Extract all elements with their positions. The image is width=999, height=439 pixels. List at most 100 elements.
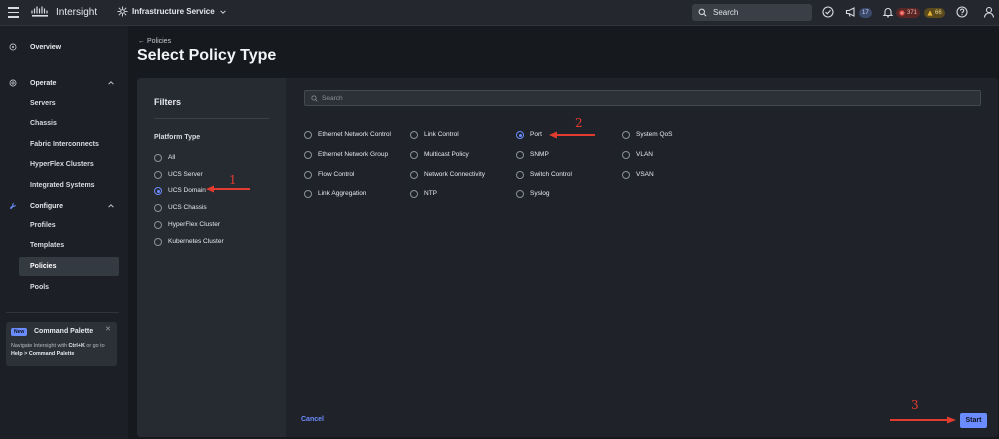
critical-icon: [899, 10, 905, 16]
command-palette-title: Command Palette: [34, 328, 94, 335]
radio-network-connectivity[interactable]: [410, 171, 418, 179]
radio-system-qos[interactable]: [622, 131, 630, 139]
radio-snmp[interactable]: [516, 151, 524, 159]
filters-pane: Filters Platform Type All UCS Server UCS…: [137, 78, 286, 437]
bell-icon[interactable]: [882, 6, 894, 18]
annotation-arrow-icon: [890, 416, 956, 424]
radio-ntp[interactable]: [410, 190, 418, 198]
breadcrumb[interactable]: ← Policies: [138, 38, 171, 45]
radio-hyperflex-cluster[interactable]: [154, 221, 162, 229]
cisco-logo-icon: [31, 6, 48, 17]
chevron-down-icon: [219, 9, 226, 14]
overview-icon: [9, 43, 17, 51]
radio-flow-control[interactable]: [304, 171, 312, 179]
radio-switch-control[interactable]: [516, 171, 524, 179]
radio-link-aggregation[interactable]: [304, 190, 312, 198]
policy-label: System QoS: [636, 131, 673, 138]
annotation-arrow-icon: [549, 131, 595, 139]
warning-icon: [927, 10, 933, 16]
nav-overview[interactable]: Overview: [30, 44, 61, 51]
service-label: Infrastructure Service: [132, 7, 215, 16]
radio-ethernet-network-control[interactable]: [304, 131, 312, 139]
nav-policies[interactable]: Policies: [30, 263, 56, 270]
radio-ucs-domain[interactable]: [154, 187, 162, 195]
top-bar: Intersight Infrastructure Service Search…: [0, 0, 999, 26]
close-icon[interactable]: ✕: [105, 325, 111, 333]
nav-chassis[interactable]: Chassis: [30, 120, 57, 127]
sidebar: Overview Operate Servers Chassis Fabric …: [0, 26, 128, 439]
nav-pools[interactable]: Pools: [30, 284, 49, 291]
start-button[interactable]: Start: [960, 413, 987, 428]
menu-icon[interactable]: [8, 7, 19, 18]
policy-label: Multicast Policy: [424, 151, 469, 158]
policy-label: Flow Control: [318, 171, 355, 178]
policy-label: Syslog: [530, 190, 550, 197]
sidebar-divider: [6, 312, 119, 313]
policy-search-input[interactable]: Search: [304, 90, 981, 106]
radio-ucs-server[interactable]: [154, 171, 162, 179]
new-badge: New: [11, 328, 28, 336]
radio-kubernetes-cluster[interactable]: [154, 238, 162, 246]
radio-label-ucs-domain: UCS Domain: [168, 187, 206, 194]
service-selector[interactable]: Infrastructure Service: [117, 6, 227, 17]
chevron-up-icon[interactable]: [107, 202, 115, 210]
policy-label: Switch Control: [530, 171, 572, 178]
policy-label: Network Connectivity: [424, 171, 486, 178]
nav-operate[interactable]: Operate: [30, 80, 56, 87]
wrench-icon: [9, 202, 17, 210]
warning-alarms-badge[interactable]: 66: [924, 8, 945, 18]
policy-label: Ethernet Network Control: [318, 131, 391, 138]
nav-integrated-systems[interactable]: Integrated Systems: [30, 182, 95, 189]
policy-label: SNMP: [530, 151, 549, 158]
radio-ethernet-network-group[interactable]: [304, 151, 312, 159]
critical-alarms-badge[interactable]: 371: [896, 8, 921, 18]
page-title: Select Policy Type: [137, 47, 277, 64]
arrow-left-icon: ←: [138, 38, 147, 45]
nav-hyperflex-clusters[interactable]: HyperFlex Clusters: [30, 161, 94, 168]
nav-templates[interactable]: Templates: [30, 242, 64, 249]
radio-label-ucs-chassis: UCS Chassis: [168, 204, 207, 211]
announcements-badge[interactable]: 17: [859, 8, 872, 18]
service-icon: [117, 6, 128, 17]
radio-label-kubernetes-cluster: Kubernetes Cluster: [168, 238, 224, 245]
radio-link-control[interactable]: [410, 131, 418, 139]
policy-label: NTP: [424, 190, 437, 197]
policy-label: VLAN: [636, 151, 653, 158]
megaphone-icon[interactable]: [845, 6, 857, 18]
annotation-step-2: 2: [575, 116, 583, 130]
command-palette-description: Navigate Intersight with Ctrl+K or go to…: [11, 343, 105, 357]
nav-configure[interactable]: Configure: [30, 203, 63, 210]
radio-vlan[interactable]: [622, 151, 630, 159]
radio-all[interactable]: [154, 154, 162, 162]
annotation-step-3: 3: [911, 398, 919, 412]
nav-profiles[interactable]: Profiles: [30, 222, 56, 229]
brand-name: Intersight: [56, 7, 98, 18]
policy-label: Port: [530, 131, 542, 138]
policy-label: Link Control: [424, 131, 459, 138]
policy-label: Ethernet Network Group: [318, 151, 389, 158]
radio-label-ucs-server: UCS Server: [168, 171, 203, 178]
radio-port[interactable]: [516, 131, 524, 139]
radio-multicast-policy[interactable]: [410, 151, 418, 159]
global-search-placeholder: Search: [713, 8, 739, 17]
radio-vsan[interactable]: [622, 171, 630, 179]
nav-servers[interactable]: Servers: [30, 100, 56, 107]
check-circle-icon[interactable]: [822, 6, 834, 18]
policy-label: VSAN: [636, 171, 654, 178]
global-search[interactable]: Search: [692, 4, 812, 21]
platform-type-label: Platform Type: [154, 134, 201, 141]
policy-label: Link Aggregation: [318, 190, 367, 197]
cancel-button[interactable]: Cancel: [301, 416, 324, 423]
policy-search-placeholder: Search: [322, 94, 343, 102]
radio-syslog[interactable]: [516, 190, 524, 198]
command-palette-card[interactable]: New Command Palette ✕ Navigate Intersigh…: [6, 322, 117, 366]
radio-label-all: All: [168, 154, 176, 161]
chevron-up-icon[interactable]: [107, 79, 115, 87]
help-icon[interactable]: [956, 6, 968, 18]
search-icon: [311, 94, 318, 102]
user-icon[interactable]: [983, 6, 995, 18]
operate-icon: [9, 79, 17, 87]
radio-ucs-chassis[interactable]: [154, 204, 162, 212]
search-icon: [698, 8, 707, 17]
nav-fabric-interconnects[interactable]: Fabric Interconnects: [30, 141, 99, 148]
